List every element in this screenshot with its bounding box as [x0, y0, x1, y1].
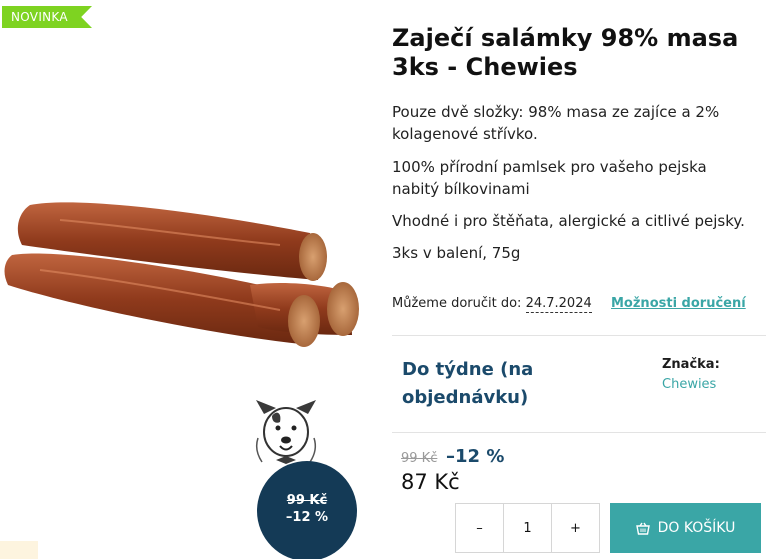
product-description-2: 100% přírodní pamlsek pro vašeho pejska …	[392, 158, 707, 198]
delivery-label: Můžeme doručit do:	[392, 296, 522, 311]
delivery-info: Můžeme doručit do: 24.7.2024	[392, 296, 592, 313]
availability-status: Do týdne (na objednávku)	[402, 359, 534, 408]
circle-old-price: 99 Kč	[286, 493, 328, 508]
basket-icon	[635, 522, 650, 535]
discount-circle: 99 Kč –12 %	[257, 461, 357, 559]
circle-discount: –12 %	[285, 510, 329, 525]
divider	[392, 335, 766, 336]
brand-link[interactable]: Chewies	[662, 377, 716, 392]
quantity-minus-button[interactable]: –	[456, 504, 503, 552]
product-description-3: Vhodné i pro štěňata, alergické a citliv…	[392, 212, 745, 230]
product-title: Zaječí salámky 98% masa 3ks - Chewies	[392, 24, 739, 81]
add-to-cart-button[interactable]: DO KOŠÍKU	[610, 503, 761, 553]
quantity-input[interactable]: 1	[503, 504, 552, 552]
product-description-1: Pouze dvě složky: 98% masa ze zajíce a 2…	[392, 103, 720, 143]
product-image	[4, 202, 359, 347]
delivery-options-link[interactable]: Možnosti doručení	[611, 296, 746, 311]
new-badge: NOVINKA	[2, 6, 92, 28]
current-price: 87 Kč	[401, 470, 460, 494]
discount-percent: –12 %	[446, 446, 505, 467]
divider	[392, 432, 766, 433]
add-to-cart-label: DO KOŠÍKU	[657, 520, 736, 536]
corner-tab[interactable]	[0, 541, 38, 559]
product-description-4: 3ks v balení, 75g	[392, 244, 521, 262]
quantity-stepper: – 1 +	[455, 503, 600, 553]
quantity-plus-button[interactable]: +	[552, 504, 599, 552]
old-price: 99 Kč	[401, 451, 438, 466]
brand-label: Značka:	[662, 357, 720, 372]
delivery-date: 24.7.2024	[525, 296, 592, 313]
